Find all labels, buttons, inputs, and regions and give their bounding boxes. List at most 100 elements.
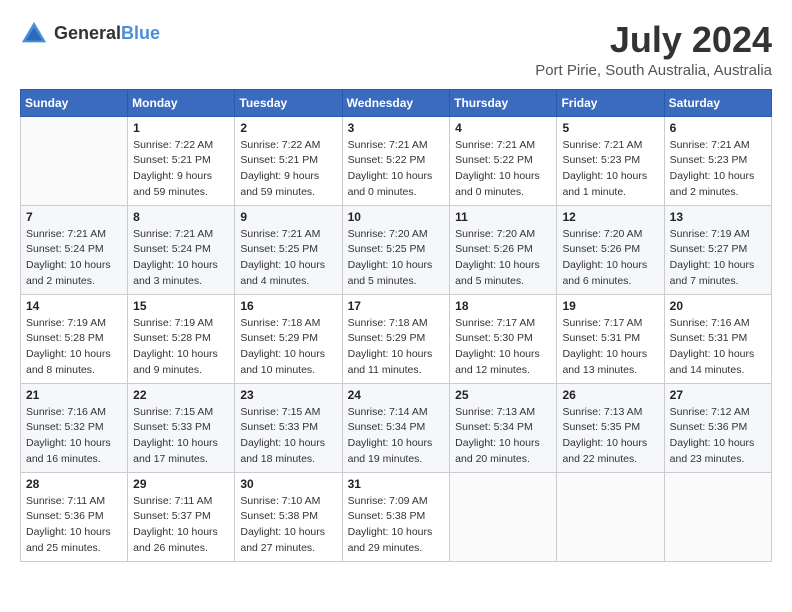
calendar-table: Sunday Monday Tuesday Wednesday Thursday…	[20, 89, 772, 562]
day-number: 10	[348, 210, 445, 224]
day-number: 28	[26, 477, 122, 491]
table-row: 7 Sunrise: 7:21 AMSunset: 5:24 PMDayligh…	[21, 205, 128, 294]
table-row: 6 Sunrise: 7:21 AMSunset: 5:23 PMDayligh…	[664, 116, 771, 205]
table-row: 9 Sunrise: 7:21 AMSunset: 5:25 PMDayligh…	[235, 205, 342, 294]
day-number: 9	[240, 210, 336, 224]
calendar-week-row: 28 Sunrise: 7:11 AMSunset: 5:36 PMDaylig…	[21, 472, 772, 561]
day-number: 20	[670, 299, 766, 313]
table-row: 1 Sunrise: 7:22 AMSunset: 5:21 PMDayligh…	[128, 116, 235, 205]
table-row	[450, 472, 557, 561]
day-number: 5	[562, 121, 658, 135]
day-number: 12	[562, 210, 658, 224]
table-row: 2 Sunrise: 7:22 AMSunset: 5:21 PMDayligh…	[235, 116, 342, 205]
location-subtitle: Port Pirie, South Australia, Australia	[535, 62, 772, 79]
table-row: 22 Sunrise: 7:15 AMSunset: 5:33 PMDaylig…	[128, 383, 235, 472]
day-info: Sunrise: 7:15 AMSunset: 5:33 PMDaylight:…	[133, 405, 229, 468]
day-info: Sunrise: 7:19 AMSunset: 5:28 PMDaylight:…	[26, 316, 122, 379]
table-row: 24 Sunrise: 7:14 AMSunset: 5:34 PMDaylig…	[342, 383, 450, 472]
day-number: 4	[455, 121, 551, 135]
header-wednesday: Wednesday	[342, 89, 450, 116]
table-row: 31 Sunrise: 7:09 AMSunset: 5:38 PMDaylig…	[342, 472, 450, 561]
day-info: Sunrise: 7:14 AMSunset: 5:34 PMDaylight:…	[348, 405, 445, 468]
day-number: 7	[26, 210, 122, 224]
calendar-week-row: 1 Sunrise: 7:22 AMSunset: 5:21 PMDayligh…	[21, 116, 772, 205]
page-header: GeneralBlue July 2024 Port Pirie, South …	[20, 20, 772, 79]
table-row: 4 Sunrise: 7:21 AMSunset: 5:22 PMDayligh…	[450, 116, 557, 205]
table-row: 3 Sunrise: 7:21 AMSunset: 5:22 PMDayligh…	[342, 116, 450, 205]
table-row	[664, 472, 771, 561]
day-info: Sunrise: 7:10 AMSunset: 5:38 PMDaylight:…	[240, 494, 336, 557]
day-number: 17	[348, 299, 445, 313]
day-info: Sunrise: 7:21 AMSunset: 5:25 PMDaylight:…	[240, 227, 336, 290]
calendar-week-row: 7 Sunrise: 7:21 AMSunset: 5:24 PMDayligh…	[21, 205, 772, 294]
table-row: 27 Sunrise: 7:12 AMSunset: 5:36 PMDaylig…	[664, 383, 771, 472]
day-info: Sunrise: 7:20 AMSunset: 5:26 PMDaylight:…	[455, 227, 551, 290]
day-number: 27	[670, 388, 766, 402]
day-info: Sunrise: 7:21 AMSunset: 5:24 PMDaylight:…	[26, 227, 122, 290]
month-year-title: July 2024	[535, 20, 772, 60]
table-row: 23 Sunrise: 7:15 AMSunset: 5:33 PMDaylig…	[235, 383, 342, 472]
table-row: 17 Sunrise: 7:18 AMSunset: 5:29 PMDaylig…	[342, 294, 450, 383]
header-monday: Monday	[128, 89, 235, 116]
logo-icon	[20, 20, 48, 48]
day-number: 1	[133, 121, 229, 135]
day-number: 2	[240, 121, 336, 135]
day-number: 16	[240, 299, 336, 313]
day-info: Sunrise: 7:21 AMSunset: 5:24 PMDaylight:…	[133, 227, 229, 290]
table-row: 11 Sunrise: 7:20 AMSunset: 5:26 PMDaylig…	[450, 205, 557, 294]
title-block: July 2024 Port Pirie, South Australia, A…	[535, 20, 772, 79]
day-number: 31	[348, 477, 445, 491]
day-info: Sunrise: 7:18 AMSunset: 5:29 PMDaylight:…	[240, 316, 336, 379]
table-row: 15 Sunrise: 7:19 AMSunset: 5:28 PMDaylig…	[128, 294, 235, 383]
logo-general: GeneralBlue	[54, 24, 160, 44]
day-info: Sunrise: 7:22 AMSunset: 5:21 PMDaylight:…	[133, 138, 229, 201]
day-info: Sunrise: 7:22 AMSunset: 5:21 PMDaylight:…	[240, 138, 336, 201]
day-info: Sunrise: 7:13 AMSunset: 5:35 PMDaylight:…	[562, 405, 658, 468]
day-number: 21	[26, 388, 122, 402]
day-number: 29	[133, 477, 229, 491]
table-row: 18 Sunrise: 7:17 AMSunset: 5:30 PMDaylig…	[450, 294, 557, 383]
day-number: 14	[26, 299, 122, 313]
header-saturday: Saturday	[664, 89, 771, 116]
table-row	[21, 116, 128, 205]
day-number: 11	[455, 210, 551, 224]
table-row: 10 Sunrise: 7:20 AMSunset: 5:25 PMDaylig…	[342, 205, 450, 294]
table-row: 16 Sunrise: 7:18 AMSunset: 5:29 PMDaylig…	[235, 294, 342, 383]
day-number: 26	[562, 388, 658, 402]
day-number: 18	[455, 299, 551, 313]
day-number: 23	[240, 388, 336, 402]
day-number: 6	[670, 121, 766, 135]
day-info: Sunrise: 7:20 AMSunset: 5:25 PMDaylight:…	[348, 227, 445, 290]
day-number: 22	[133, 388, 229, 402]
table-row	[557, 472, 664, 561]
calendar-week-row: 14 Sunrise: 7:19 AMSunset: 5:28 PMDaylig…	[21, 294, 772, 383]
day-info: Sunrise: 7:17 AMSunset: 5:30 PMDaylight:…	[455, 316, 551, 379]
day-number: 30	[240, 477, 336, 491]
day-number: 25	[455, 388, 551, 402]
table-row: 14 Sunrise: 7:19 AMSunset: 5:28 PMDaylig…	[21, 294, 128, 383]
header-sunday: Sunday	[21, 89, 128, 116]
table-row: 19 Sunrise: 7:17 AMSunset: 5:31 PMDaylig…	[557, 294, 664, 383]
day-number: 13	[670, 210, 766, 224]
day-info: Sunrise: 7:12 AMSunset: 5:36 PMDaylight:…	[670, 405, 766, 468]
table-row: 5 Sunrise: 7:21 AMSunset: 5:23 PMDayligh…	[557, 116, 664, 205]
day-number: 19	[562, 299, 658, 313]
day-info: Sunrise: 7:21 AMSunset: 5:22 PMDaylight:…	[455, 138, 551, 201]
day-info: Sunrise: 7:21 AMSunset: 5:23 PMDaylight:…	[562, 138, 658, 201]
table-row: 29 Sunrise: 7:11 AMSunset: 5:37 PMDaylig…	[128, 472, 235, 561]
day-info: Sunrise: 7:21 AMSunset: 5:22 PMDaylight:…	[348, 138, 445, 201]
day-info: Sunrise: 7:21 AMSunset: 5:23 PMDaylight:…	[670, 138, 766, 201]
table-row: 28 Sunrise: 7:11 AMSunset: 5:36 PMDaylig…	[21, 472, 128, 561]
table-row: 21 Sunrise: 7:16 AMSunset: 5:32 PMDaylig…	[21, 383, 128, 472]
day-info: Sunrise: 7:09 AMSunset: 5:38 PMDaylight:…	[348, 494, 445, 557]
table-row: 25 Sunrise: 7:13 AMSunset: 5:34 PMDaylig…	[450, 383, 557, 472]
day-info: Sunrise: 7:13 AMSunset: 5:34 PMDaylight:…	[455, 405, 551, 468]
day-info: Sunrise: 7:19 AMSunset: 5:28 PMDaylight:…	[133, 316, 229, 379]
day-info: Sunrise: 7:15 AMSunset: 5:33 PMDaylight:…	[240, 405, 336, 468]
day-info: Sunrise: 7:16 AMSunset: 5:32 PMDaylight:…	[26, 405, 122, 468]
day-info: Sunrise: 7:20 AMSunset: 5:26 PMDaylight:…	[562, 227, 658, 290]
day-number: 24	[348, 388, 445, 402]
day-info: Sunrise: 7:11 AMSunset: 5:36 PMDaylight:…	[26, 494, 122, 557]
day-number: 3	[348, 121, 445, 135]
header-tuesday: Tuesday	[235, 89, 342, 116]
